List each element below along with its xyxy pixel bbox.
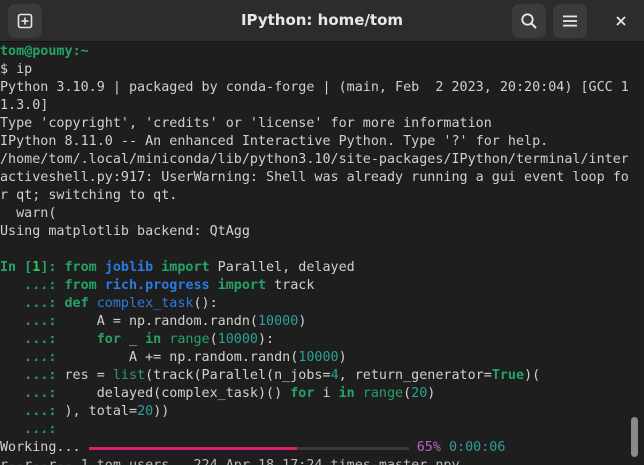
code-line: ...: res = list(track(Parallel(n_jobs=4,… — [0, 368, 541, 383]
code-line: ...: delayed(complex_task)() for i in ra… — [0, 386, 436, 401]
progress-fill — [88, 447, 297, 450]
code-line: In [1]: from joblib import Parallel, del… — [0, 260, 355, 275]
continuation-prompt: ...: — [0, 332, 65, 347]
terminal-scrollbar[interactable] — [628, 43, 644, 465]
banner-line: Using matplotlib backend: QtAgg — [0, 224, 250, 239]
progress-line: Working... 65% 0:00:06 — [0, 439, 628, 457]
banner-line: Type 'copyright', 'credits' or 'license'… — [0, 116, 492, 131]
menu-button[interactable] — [553, 4, 587, 38]
continuation-prompt: ...: — [0, 314, 65, 329]
continuation-prompt: ...: — [0, 296, 65, 311]
banner-line: activeshell.py:917: UserWarning: Shell w… — [0, 170, 628, 185]
continuation-prompt: ...: — [0, 386, 65, 401]
close-icon — [616, 16, 626, 26]
window-title: IPython: home/tom — [240, 11, 404, 29]
progress-label: Working... — [0, 440, 81, 455]
continuation-prompt: ...: — [0, 422, 65, 437]
continuation-prompt: ...: — [0, 404, 65, 419]
continuation-prompt: ...: — [0, 368, 65, 383]
banner-line: Python 3.10.9 | packaged by conda-forge … — [0, 80, 628, 95]
hamburger-menu-icon — [563, 15, 577, 27]
code-line: ...: A = np.random.randn(10000) — [0, 314, 307, 329]
banner-line: 1.3.0] — [0, 98, 49, 113]
code-line: ...: ), total=20)) — [0, 404, 170, 419]
code-line: ...: — [0, 421, 628, 439]
banner-line: /home/tom/.local/miniconda/lib/python3.1… — [0, 152, 628, 167]
close-window-button[interactable] — [606, 6, 636, 36]
shell-command-line: $ ip — [0, 62, 33, 77]
progress-elapsed: 0:00:06 — [449, 440, 506, 455]
shell-prompt-line: tom@poumy:~ — [0, 44, 89, 59]
code-line: ...: for _ in range(10000): — [0, 332, 275, 347]
progress-percent: 65% — [416, 440, 441, 455]
scrollbar-thumb[interactable] — [631, 417, 638, 457]
banner-line: IPython 8.11.0 -- An enhanced Interactiv… — [0, 134, 549, 149]
code-line: ...: from rich.progress import track — [0, 278, 315, 293]
continuation-prompt: ...: — [0, 350, 65, 365]
code-line: ...: def complex_task(): — [0, 296, 218, 311]
search-button[interactable] — [512, 4, 546, 38]
terminal-output[interactable]: tom@poumy:~ $ ip Python 3.10.9 | package… — [0, 43, 628, 465]
banner-line: r qt; switching to qt. — [0, 188, 178, 203]
search-icon — [521, 13, 537, 29]
continuation-prompt: ...: — [0, 278, 65, 293]
progress-bar — [88, 439, 409, 457]
clipped-line: r--r--r-- 1 tom users 224 Apr 18 17:24 t… — [0, 457, 628, 465]
title-bar: IPython: home/tom — [0, 0, 644, 42]
banner-line: warn( — [0, 206, 57, 221]
in-prompt: In [1]: — [0, 260, 65, 275]
code-line: ...: A += np.random.randn(10000) — [0, 350, 347, 365]
